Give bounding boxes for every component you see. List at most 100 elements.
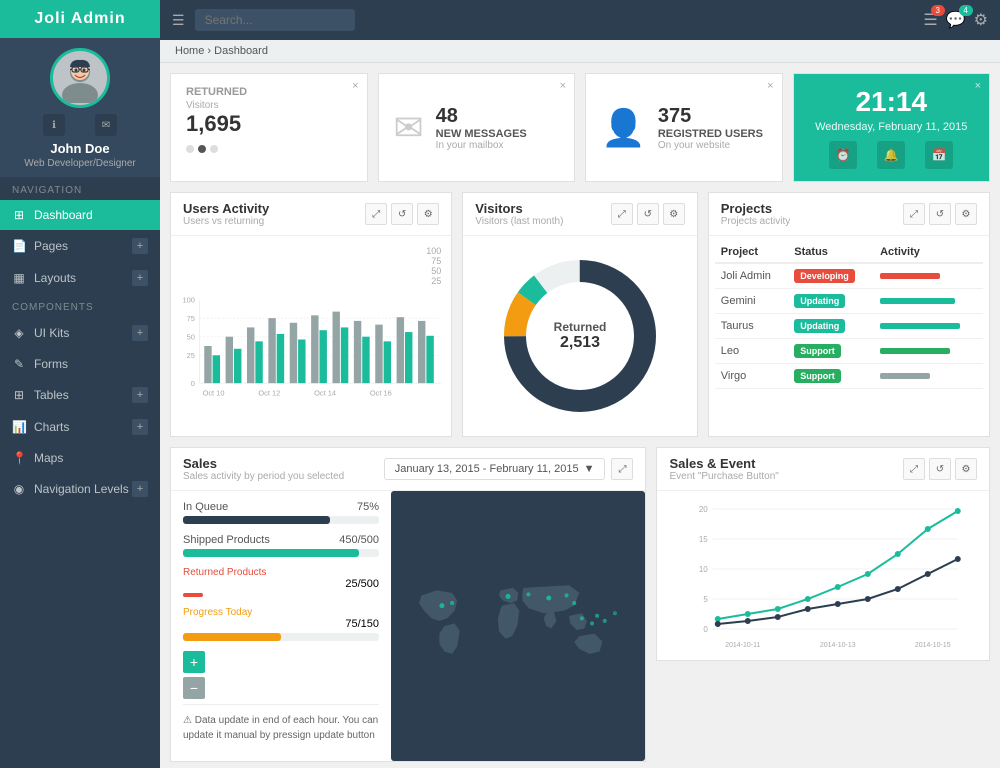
settings-btn[interactable]: ⚙ — [974, 10, 988, 30]
ua-expand-btn[interactable]: ⤢ — [365, 203, 387, 225]
sidebar-item-charts[interactable]: 📊 Charts + — [0, 411, 160, 443]
progress-fill-shipped — [183, 549, 359, 557]
sidebar-item-uikits[interactable]: ◈ UI Kits + — [0, 317, 160, 349]
project-activity-cell — [874, 263, 983, 289]
ua-settings-btn[interactable]: ⚙ — [417, 203, 439, 225]
map-zoom-out-btn[interactable]: − — [183, 677, 205, 699]
clock-icon-btn[interactable]: ⏰ — [829, 141, 857, 169]
progress-label-queue: In Queue — [183, 501, 228, 513]
charts-icon: 📊 — [12, 420, 26, 434]
pages-expand-icon[interactable]: + — [132, 238, 148, 254]
sales-event-actions: ⤢ ↺ ⚙ — [903, 458, 977, 480]
activity-bar — [880, 373, 930, 379]
bell-icon-btn[interactable]: 🔔 — [877, 141, 905, 169]
date-range-btn[interactable]: January 13, 2015 - February 11, 2015 ▼ — [384, 458, 606, 480]
sidebar-item-nav-levels[interactable]: ◉ Navigation Levels + — [0, 473, 160, 505]
calendar-icon-btn[interactable]: 📅 — [925, 141, 953, 169]
svg-text:2014-10-15: 2014-10-15 — [915, 642, 951, 649]
messages-count: 48 — [436, 105, 527, 128]
users-activity-header: Users Activity Users vs returning ⤢ ↺ ⚙ — [171, 193, 451, 236]
visitors-title: Visitors — [475, 201, 563, 216]
dot-3 — [210, 145, 218, 153]
project-status-cell: Updating — [788, 314, 874, 339]
sidebar-item-layouts[interactable]: ▦ Layouts + — [0, 262, 160, 294]
progress-value-today: 75/150 — [345, 618, 379, 630]
sidebar-item-label: Forms — [34, 357, 68, 371]
project-status-cell: Developing — [788, 263, 874, 289]
svg-text:15: 15 — [699, 535, 708, 544]
sidebar-item-dashboard[interactable]: ⊞ Dashboard — [0, 200, 160, 230]
status-badge: Updating — [794, 319, 845, 333]
sales-event-panel: Sales & Event Event "Purchase Button" ⤢ … — [656, 447, 990, 661]
svg-text:0: 0 — [191, 379, 195, 388]
topbar-right: ☰ 3 💬 4 ⚙ — [923, 10, 988, 30]
stat-card-close-3[interactable]: × — [767, 80, 773, 92]
tables-expand-icon[interactable]: + — [132, 387, 148, 403]
v-expand-btn[interactable]: ⤢ — [611, 203, 633, 225]
sidebar-header: Joli Admin — [0, 0, 160, 38]
map-zoom-in-btn[interactable]: + — [183, 651, 205, 673]
sales-body: In Queue 75% Shipped Products — [171, 491, 645, 761]
notifications-bell-btn[interactable]: ☰ 3 — [923, 10, 937, 30]
project-activity-cell — [874, 289, 983, 314]
topbar: ☰ ☰ 3 💬 4 ⚙ — [160, 0, 1000, 40]
svg-text:Oct 12: Oct 12 — [258, 388, 280, 397]
navlevels-expand-icon[interactable]: + — [132, 481, 148, 497]
ua-refresh-btn[interactable]: ↺ — [391, 203, 413, 225]
stat-cards-row: × RETURNED Visitors 1,695 × ✉ 48 NEW MES… — [170, 73, 990, 182]
se-refresh-btn[interactable]: ↺ — [929, 458, 951, 480]
menu-toggle-icon[interactable]: ☰ — [172, 12, 185, 29]
uikits-expand-icon[interactable]: + — [132, 325, 148, 341]
stat-card-close-4[interactable]: × — [975, 80, 981, 92]
sales-expand-btn[interactable]: ⤢ — [611, 458, 633, 480]
p-refresh-btn[interactable]: ↺ — [929, 203, 951, 225]
bar-chart-svg: 0 25 50 75 100 — [181, 291, 441, 401]
v-refresh-btn[interactable]: ↺ — [637, 203, 659, 225]
nav-section-1-label: Navigation — [0, 177, 160, 200]
layouts-expand-icon[interactable]: + — [132, 270, 148, 286]
sidebar-item-maps[interactable]: 📍 Maps — [0, 443, 160, 473]
sidebar-item-tables[interactable]: ⊞ Tables + — [0, 379, 160, 411]
search-input[interactable] — [195, 9, 355, 31]
users-count: 375 — [658, 105, 763, 128]
status-badge: Support — [794, 344, 841, 358]
users-sublabel: On your website — [658, 140, 763, 151]
breadcrumb-home[interactable]: Home — [175, 45, 204, 57]
svg-text:2014-10-11: 2014-10-11 — [726, 642, 761, 649]
content-area: × RETURNED Visitors 1,695 × ✉ 48 NEW MES… — [160, 63, 1000, 768]
progress-label-returned: Returned Products — [183, 567, 379, 578]
stat-card-close-2[interactable]: × — [560, 80, 566, 92]
sales-row: Sales Sales activity by period you selec… — [170, 447, 990, 762]
se-settings-btn[interactable]: ⚙ — [955, 458, 977, 480]
stat-card-close-1[interactable]: × — [352, 80, 358, 92]
breadcrumb-current: Dashboard — [214, 45, 268, 57]
info-icon-btn[interactable]: ℹ — [43, 114, 65, 136]
sidebar-item-forms[interactable]: ✎ Forms — [0, 349, 160, 379]
progress-item-shipped: Shipped Products 450/500 — [183, 534, 379, 557]
sidebar-item-label: Tables — [34, 388, 69, 402]
svg-text:Oct 10: Oct 10 — [203, 388, 225, 397]
message-icon-btn[interactable]: ✉ — [95, 114, 117, 136]
progress-value-shipped: 450/500 — [339, 534, 379, 546]
date-range-label: January 13, 2015 - February 11, 2015 — [395, 463, 579, 475]
messages-sublabel: In your mailbox — [436, 140, 527, 151]
projects-table: Project Status Activity Joli Admin Devel… — [715, 242, 983, 389]
stat-card-1-dots — [186, 145, 352, 153]
sidebar-item-label: Dashboard — [34, 208, 93, 222]
sidebar-item-pages[interactable]: 📄 Pages + — [0, 230, 160, 262]
se-expand-btn[interactable]: ⤢ — [903, 458, 925, 480]
project-status-cell: Support — [788, 339, 874, 364]
project-name-cell: Virgo — [715, 364, 789, 389]
table-row: Gemini Updating — [715, 289, 983, 314]
world-map — [391, 491, 645, 761]
p-settings-btn[interactable]: ⚙ — [955, 203, 977, 225]
stat-card-1-title: RETURNED — [186, 86, 352, 98]
messages-btn[interactable]: 💬 4 — [946, 10, 966, 30]
progress-fill-today — [183, 633, 281, 641]
donut-chart-svg: Returned 2,513 — [495, 251, 665, 421]
charts-expand-icon[interactable]: + — [132, 419, 148, 435]
v-settings-btn[interactable]: ⚙ — [663, 203, 685, 225]
visitors-body: Returned 2,513 — [463, 236, 697, 436]
avatar-image — [55, 53, 105, 103]
p-expand-btn[interactable]: ⤢ — [903, 203, 925, 225]
